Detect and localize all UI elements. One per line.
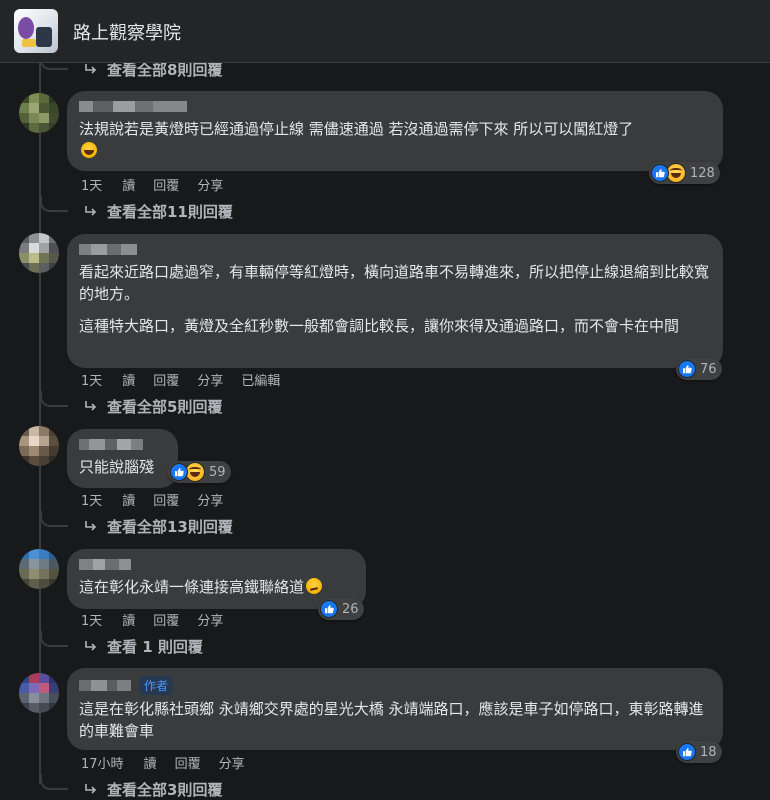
blurred-author-name: [79, 244, 137, 255]
page-avatar[interactable]: [14, 9, 58, 53]
comment-bubble: 作者 這是在彰化縣社頭鄉 永靖鄉交界處的星光大橋 永靖端路口，應該是車子如停路口…: [67, 668, 723, 750]
avatar[interactable]: [19, 93, 59, 133]
reaction-summary[interactable]: 128: [649, 162, 720, 184]
like-reaction-icon: [651, 164, 669, 182]
blurred-author-name: [79, 439, 143, 450]
comment-actions: 1天 讀 回覆 分享: [81, 490, 241, 509]
reaction-summary[interactable]: 18: [676, 741, 722, 763]
like-reaction-icon: [170, 463, 188, 481]
comment-actions: 1天 讀 回覆 分享: [81, 175, 241, 194]
reply-button[interactable]: 回覆: [175, 753, 201, 772]
edited-label[interactable]: 已編輯: [241, 370, 280, 389]
comment-text: 看起來近路口處過窄，有車輛停等紅燈時，橫向道路車不易轉進來，所以把停止線退縮到比…: [79, 263, 710, 303]
comment-bubble: 只能說腦殘: [67, 429, 178, 488]
reply-button[interactable]: 回覆: [153, 370, 179, 389]
share-button[interactable]: 分享: [197, 610, 223, 629]
reply-arrow-icon: [85, 400, 97, 411]
page-header: 路上觀察學院: [0, 0, 770, 63]
thread-connector: [40, 774, 68, 790]
thread-connector: [40, 631, 68, 647]
timestamp[interactable]: 1天: [81, 175, 102, 194]
reaction-count: 59: [209, 464, 226, 480]
comment-thread: 查看全部8則回覆 法規說若是黃燈時已經通過停止線 需儘速通過 若沒通過需停下來 …: [0, 54, 770, 799]
avatar[interactable]: [19, 426, 59, 466]
read-button[interactable]: 讀: [144, 753, 157, 772]
thread-connector: [40, 196, 68, 212]
blurred-author-name: [79, 679, 131, 691]
avatar[interactable]: [19, 233, 59, 273]
reply-arrow-icon: [85, 63, 97, 74]
haha-reaction-icon: [185, 462, 205, 482]
view-replies-link[interactable]: 查看全部11則回覆: [84, 201, 233, 222]
read-button[interactable]: 讀: [122, 610, 135, 629]
share-button[interactable]: 分享: [197, 370, 223, 389]
reaction-summary[interactable]: 76: [676, 358, 722, 380]
comment-text: 法規說若是黃燈時已經通過停止線 需儘速通過 若沒通過需停下來 所以可以闖紅燈了: [79, 118, 711, 162]
like-reaction-icon: [678, 743, 696, 761]
read-button[interactable]: 讀: [122, 370, 135, 389]
avatar[interactable]: [19, 549, 59, 589]
reply-button[interactable]: 回覆: [153, 610, 179, 629]
reply-arrow-icon: [85, 205, 97, 216]
reply-button[interactable]: 回覆: [153, 175, 179, 194]
timestamp[interactable]: 1天: [81, 610, 102, 629]
reaction-summary[interactable]: 59: [168, 461, 231, 483]
reaction-count: 76: [700, 361, 717, 377]
thread-connector: [40, 511, 68, 527]
comment-text: 這是在彰化縣社頭鄉 永靖鄉交界處的星光大橋 永靖端路口，應該是車子如停路口，東彰…: [79, 700, 704, 740]
comment-actions: 17小時 讀 回覆 分享: [81, 753, 263, 772]
laughing-emoji-icon: [81, 142, 97, 158]
view-replies-link[interactable]: 查看全部5則回覆: [84, 396, 222, 417]
comment-text: 這在彰化永靖一條連接高鐵聯絡道: [79, 576, 354, 598]
reaction-count: 26: [342, 601, 359, 617]
comment-text: 只能說腦殘: [79, 458, 155, 476]
share-button[interactable]: 分享: [197, 175, 223, 194]
haha-reaction-icon: [666, 163, 686, 183]
comment-bubble: 法規說若是黃燈時已經通過停止線 需儘速通過 若沒通過需停下來 所以可以闖紅燈了: [67, 91, 723, 171]
comment-actions: 1天 讀 回覆 分享: [81, 610, 241, 629]
author-badge: 作者: [139, 675, 174, 695]
avatar[interactable]: [19, 673, 59, 713]
comment-actions: 1天 讀 回覆 分享 已編輯: [81, 370, 298, 389]
view-replies-link[interactable]: 查看全部3則回覆: [84, 779, 222, 800]
smirk-emoji-icon: [306, 578, 323, 594]
reaction-count: 18: [700, 744, 717, 760]
reaction-summary[interactable]: 26: [318, 598, 364, 620]
timestamp[interactable]: 1天: [81, 370, 102, 389]
reply-button[interactable]: 回覆: [153, 490, 179, 509]
blurred-author-name: [79, 101, 187, 112]
comment-bubble: 看起來近路口處過窄，有車輛停等紅燈時，橫向道路車不易轉進來，所以把停止線退縮到比…: [67, 234, 723, 368]
view-replies-link[interactable]: 查看 1 則回覆: [84, 636, 203, 657]
like-reaction-icon: [678, 360, 696, 378]
blurred-author-name: [79, 559, 131, 570]
reply-arrow-icon: [85, 640, 97, 651]
thread-connector: [40, 391, 68, 407]
share-button[interactable]: 分享: [197, 490, 223, 509]
like-reaction-icon: [320, 600, 338, 618]
view-replies-link[interactable]: 查看全部13則回覆: [84, 516, 233, 537]
timestamp[interactable]: 17小時: [81, 753, 124, 772]
reply-arrow-icon: [85, 520, 97, 531]
read-button[interactable]: 讀: [122, 490, 135, 509]
reaction-count: 128: [690, 165, 715, 181]
reply-arrow-icon: [85, 783, 97, 794]
comment-text: 這種特大路口，黃燈及全紅秒數一般都會調比較長，讓你來得及通過路口，而不會卡在中間: [79, 317, 680, 335]
read-button[interactable]: 讀: [122, 175, 135, 194]
timestamp[interactable]: 1天: [81, 490, 102, 509]
share-button[interactable]: 分享: [219, 753, 245, 772]
page-title[interactable]: 路上觀察學院: [73, 19, 181, 45]
